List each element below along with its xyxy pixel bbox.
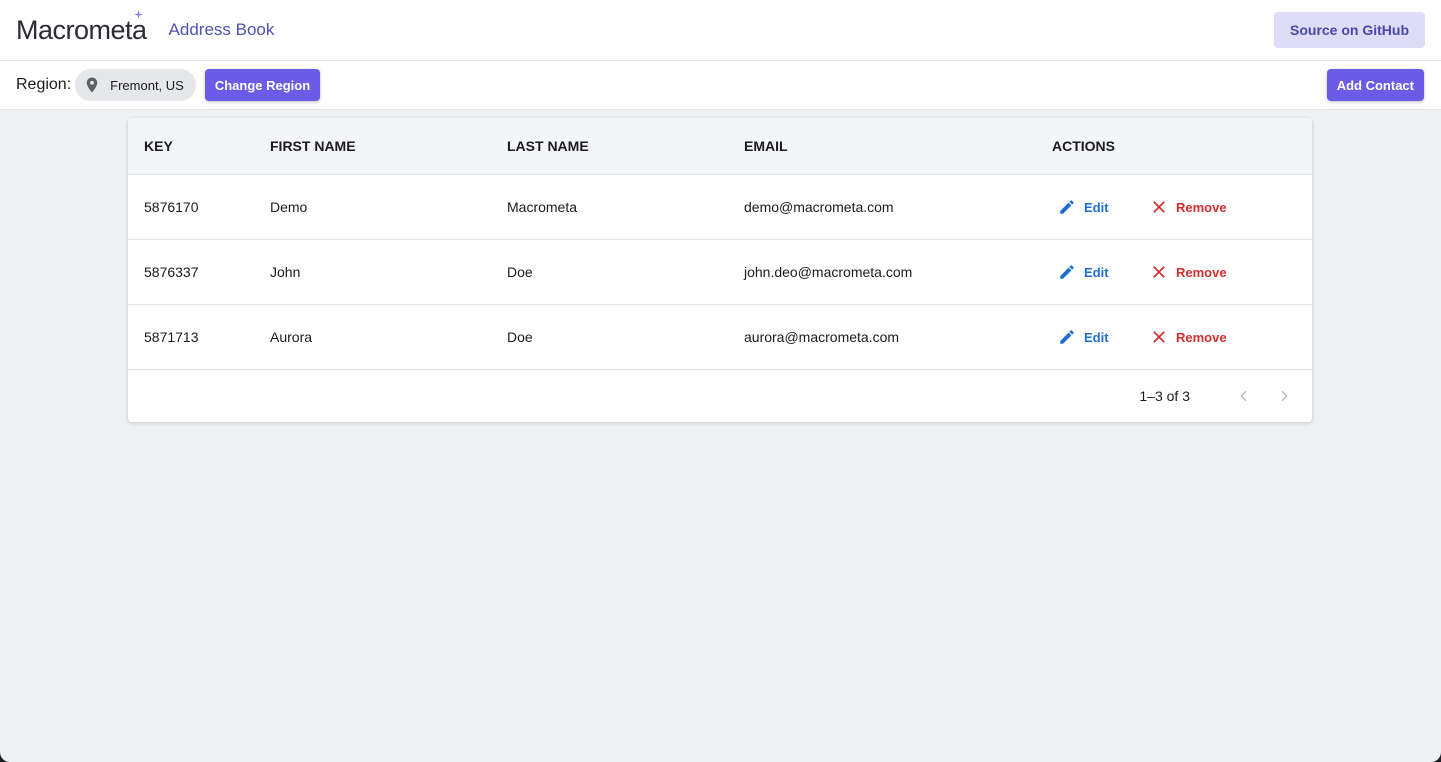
edit-button[interactable]: Edit	[1052, 192, 1144, 222]
region-value: Fremont, US	[110, 77, 184, 93]
cell-key: 5871713	[144, 329, 199, 345]
cell-email: john.deo@macrometa.com	[744, 264, 913, 280]
region-toolbar: Region: Fremont, US Change Region Add Co…	[0, 61, 1441, 110]
cell-last-name: Macrometa	[507, 199, 578, 215]
edit-label: Edit	[1084, 199, 1109, 215]
pencil-icon	[1060, 265, 1074, 279]
remove-button[interactable]: Remove	[1144, 192, 1233, 222]
cell-first-name: Aurora	[270, 329, 313, 345]
pagination-info: 1–3 of 3	[1139, 388, 1190, 404]
remove-label: Remove	[1176, 329, 1227, 345]
app-page: Macrometa Address Book Source on GitHub …	[0, 0, 1441, 762]
add-contact-button[interactable]: Add Contact	[1326, 69, 1424, 101]
location-pin-icon	[83, 75, 101, 95]
column-header-last-name[interactable]: LAST NAME	[507, 138, 744, 154]
cell-first-name: Demo	[270, 199, 308, 215]
cell-actions: Edit Remove	[1052, 322, 1312, 352]
column-header-first-name[interactable]: FIRST NAME	[270, 138, 507, 154]
table-row: 5876337 John Doe john.deo@macrometa.com …	[128, 240, 1312, 305]
table-header-row: KEY FIRST NAME LAST NAME EMAIL ACTIONS	[128, 118, 1312, 175]
pencil-icon	[1060, 330, 1074, 344]
table-row: 5871713 Aurora Doe aurora@macrometa.com …	[128, 305, 1312, 370]
previous-page-button[interactable]	[1230, 382, 1258, 410]
app-header: Macrometa Address Book Source on GitHub	[0, 0, 1441, 61]
cell-email: aurora@macrometa.com	[744, 329, 900, 345]
next-page-button[interactable]	[1270, 382, 1298, 410]
cell-key: 5876337	[144, 264, 199, 280]
chevron-left-icon	[1240, 390, 1247, 402]
close-icon	[1153, 201, 1165, 213]
table-row: 5876170 Demo Macrometa demo@macrometa.co…	[128, 175, 1312, 240]
cell-email: demo@macrometa.com	[744, 199, 894, 215]
cell-first-name: John	[270, 264, 301, 280]
pencil-icon	[1060, 200, 1074, 214]
cell-actions: Edit Remove	[1052, 192, 1312, 222]
cell-last-name: Doe	[507, 329, 533, 345]
source-on-github-button[interactable]: Source on GitHub	[1274, 12, 1425, 48]
column-header-actions: ACTIONS	[1052, 138, 1115, 154]
cell-last-name: Doe	[507, 264, 533, 280]
edit-label: Edit	[1084, 329, 1109, 345]
macrometa-logo[interactable]: Macrometa	[16, 9, 147, 46]
chevron-right-icon	[1281, 390, 1288, 402]
edit-label: Edit	[1084, 264, 1109, 280]
remove-label: Remove	[1176, 199, 1227, 215]
region-chip: Fremont, US	[75, 69, 196, 101]
contacts-table: KEY FIRST NAME LAST NAME EMAIL ACTIONS 5…	[128, 118, 1312, 422]
logo-text: Macrometa	[16, 14, 147, 45]
edit-button[interactable]: Edit	[1052, 322, 1144, 352]
pagination-footer: 1–3 of 3	[128, 370, 1312, 422]
remove-button[interactable]: Remove	[1144, 322, 1233, 352]
sparkle-icon	[133, 9, 143, 19]
remove-button[interactable]: Remove	[1144, 257, 1233, 287]
edit-button[interactable]: Edit	[1052, 257, 1144, 287]
region-label: Region:	[16, 76, 72, 93]
change-region-button[interactable]: Change Region	[204, 69, 321, 101]
cell-key: 5876170	[144, 199, 199, 215]
column-header-key[interactable]: KEY	[128, 138, 270, 154]
app-title: Address Book	[168, 20, 275, 39]
close-icon	[1153, 266, 1165, 278]
close-icon	[1153, 331, 1165, 343]
column-header-email[interactable]: EMAIL	[744, 138, 1052, 154]
remove-label: Remove	[1176, 264, 1227, 280]
cell-actions: Edit Remove	[1052, 257, 1312, 287]
